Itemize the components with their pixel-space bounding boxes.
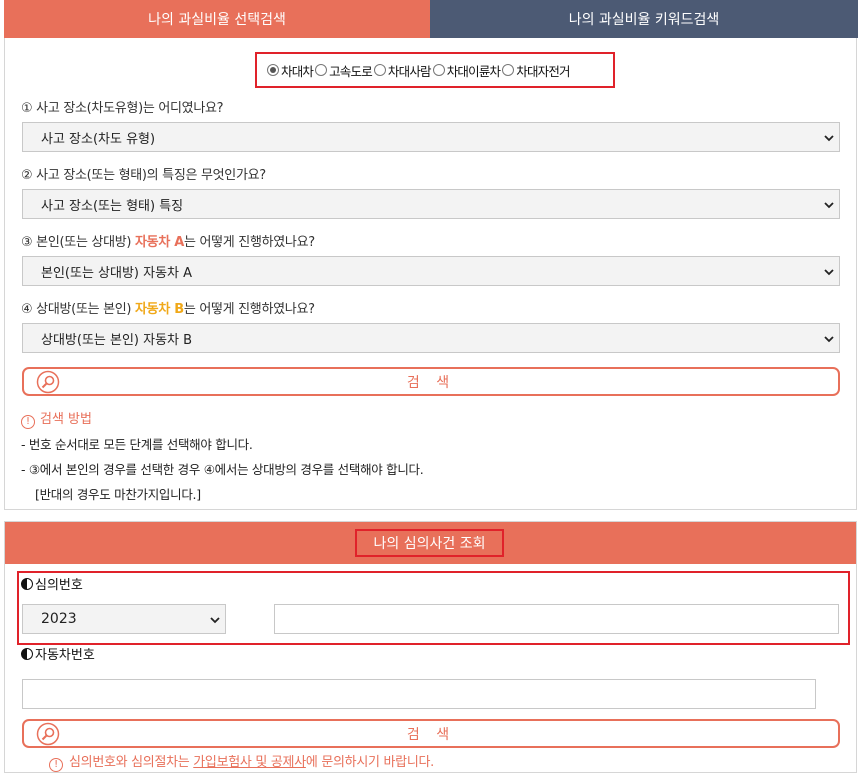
case-lookup-notice: ! 심의번호와 심의절차는 가입보험사 및 공제사에 문의하시기 바랍니다.	[49, 751, 434, 772]
half-circle-icon	[21, 577, 33, 590]
guide-line: - 번호 순서대로 모든 단계를 선택해야 합니다.	[21, 437, 253, 452]
car-a-highlight: 자동차 A	[135, 235, 184, 250]
accident-place-select[interactable]: 사고 장소(차도 유형)	[22, 122, 840, 152]
case-lookup-title: 나의 심의사건 조회	[355, 529, 504, 557]
select-search-panel: 차대차 고속도로 차대사람 차대이륜차 차대자전거 ① 사고 장소(차도유형)는…	[4, 38, 857, 510]
select-value: 사고 장소(또는 형태) 특징	[41, 198, 184, 214]
chevron-down-icon	[824, 269, 834, 276]
year-select[interactable]: 2023	[22, 604, 226, 634]
chevron-down-icon	[824, 202, 834, 209]
radio-button[interactable]	[432, 64, 445, 76]
radio-button[interactable]	[502, 64, 515, 76]
case-search-button-label: 검 색	[406, 726, 456, 743]
radio-label: 차대이륜차	[446, 63, 501, 79]
question-3-label: ③ 본인(또는 상대방) 자동차 A는 어떻게 진행하였나요?	[21, 235, 315, 250]
guide-line: [반대의 경우도 마찬가지입니다.]	[35, 487, 201, 502]
search-button-label: 검 색	[406, 374, 456, 391]
radio-car-to-motorcycle[interactable]: 차대이륜차	[432, 61, 501, 80]
magnifier-icon	[36, 370, 60, 394]
select-value: 상대방(또는 본인) 자동차 B	[41, 332, 193, 348]
half-circle-icon	[21, 647, 33, 660]
info-circle-icon: !	[49, 758, 63, 772]
radio-label: 차대자전거	[516, 63, 570, 79]
radio-car-to-car[interactable]: 차대차	[267, 61, 314, 80]
select-value: 사고 장소(차도 유형)	[41, 131, 156, 147]
search-guide-title: ! 검색 방법	[21, 408, 92, 429]
case-search-button[interactable]: 검 색	[22, 719, 840, 748]
accident-type-radio-group: 차대차 고속도로 차대사람 차대이륜차 차대자전거	[255, 52, 615, 88]
year-select-value: 2023	[41, 611, 77, 627]
question-2-label: ② 사고 장소(또는 형태)의 특징은 무엇인가요?	[21, 168, 266, 183]
radio-button[interactable]	[315, 64, 328, 76]
radio-highway[interactable]: 고속도로	[315, 61, 373, 80]
search-tabs: 나의 과실비율 선택검색 나의 과실비율 키워드검색	[4, 0, 858, 38]
place-feature-select[interactable]: 사고 장소(또는 형태) 특징	[22, 189, 840, 219]
radio-car-to-person[interactable]: 차대사람	[373, 61, 432, 80]
tab-select-search[interactable]: 나의 과실비율 선택검색	[4, 0, 430, 38]
guide-line: - ③에서 본인의 경우를 선택한 경우 ④에서는 상대방의 경우를 선택해야 …	[21, 462, 424, 477]
question-1-label: ① 사고 장소(차도유형)는 어디였나요?	[21, 101, 224, 116]
tab-keyword-search[interactable]: 나의 과실비율 키워드검색	[430, 0, 858, 38]
car-b-highlight: 자동차 B	[135, 302, 184, 317]
radio-car-to-bicycle[interactable]: 차대자전거	[502, 61, 571, 80]
case-number-input[interactable]	[274, 604, 839, 634]
vehicle-number-label: 자동차번호	[21, 644, 95, 663]
chevron-down-icon	[824, 135, 834, 142]
chevron-down-icon	[210, 617, 220, 624]
info-circle-icon: !	[21, 415, 35, 429]
car-b-select[interactable]: 상대방(또는 본인) 자동차 B	[22, 323, 840, 353]
vehicle-number-input[interactable]	[22, 679, 816, 709]
select-value: 본인(또는 상대방) 자동차 A	[41, 265, 193, 281]
chevron-down-icon	[824, 336, 834, 343]
radio-label: 차대사람	[387, 63, 432, 79]
radio-button[interactable]	[373, 64, 386, 76]
case-lookup-header: 나의 심의사건 조회	[5, 522, 856, 564]
radio-label: 차대차	[281, 63, 314, 79]
question-4-label: ④ 상대방(또는 본인) 자동차 B는 어떻게 진행하였나요?	[21, 302, 315, 317]
magnifier-icon	[36, 722, 60, 746]
insurer-link[interactable]: 가입보험사 및 공제사	[193, 755, 306, 770]
radio-button-checked[interactable]	[267, 64, 279, 76]
case-number-label: 심의번호	[21, 574, 83, 593]
search-button[interactable]: 검 색	[22, 367, 840, 396]
car-a-select[interactable]: 본인(또는 상대방) 자동차 A	[22, 256, 840, 286]
case-lookup-panel: 나의 심의사건 조회 심의번호 2023 자동차번호 검 색 ! 심의번호와 심의…	[4, 521, 857, 773]
radio-label: 고속도로	[329, 63, 373, 79]
